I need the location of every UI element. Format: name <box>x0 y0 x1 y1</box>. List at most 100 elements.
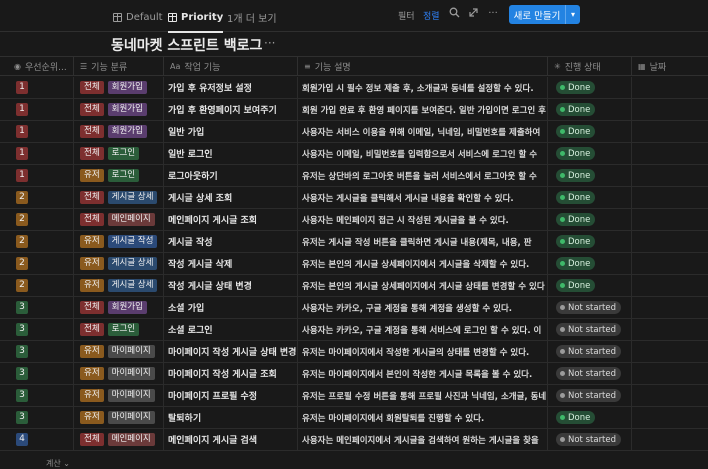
category-cell[interactable]: 전체 회원가입 <box>74 77 164 98</box>
priority-cell[interactable]: 3 <box>0 407 74 428</box>
priority-cell[interactable]: 3 <box>0 363 74 384</box>
priority-cell[interactable]: 2 <box>0 231 74 252</box>
title-cell[interactable]: 소셜 로그인 <box>164 319 298 340</box>
description-cell[interactable]: 사용자는 카카오, 구글 계정을 통해 계정을 생성할 수 있다. <box>298 297 548 318</box>
status-cell[interactable]: Done <box>548 407 632 428</box>
description-cell[interactable]: 사용자는 서비스 이용을 위해 이메일, 닉네임, 비밀번호를 제출하여 <box>298 121 548 142</box>
description-cell[interactable]: 유저는 본인의 게시글 상세페이지에서 게시글을 삭제할 수 있다. <box>298 253 548 274</box>
priority-cell[interactable]: 2 <box>0 209 74 230</box>
date-cell[interactable] <box>632 429 708 450</box>
title-cell[interactable]: 일반 가입 <box>164 121 298 142</box>
title-cell[interactable]: 탈퇴하기 <box>164 407 298 428</box>
category-cell[interactable]: 유저 마이페이지 <box>74 407 164 428</box>
category-cell[interactable]: 유저 게시글 상세 <box>74 275 164 296</box>
status-cell[interactable]: Done <box>548 77 632 98</box>
category-cell[interactable]: 유저 마이페이지 <box>74 363 164 384</box>
description-cell[interactable]: 유저는 마이페이지에서 본인이 작성한 게시글 목록을 볼 수 있다. <box>298 363 548 384</box>
category-cell[interactable]: 유저 게시글 작성 <box>74 231 164 252</box>
status-cell[interactable]: Done <box>548 99 632 120</box>
date-cell[interactable] <box>632 385 708 406</box>
tab-priority[interactable]: Priority <box>168 8 224 33</box>
priority-cell[interactable]: 1 <box>0 121 74 142</box>
table-row[interactable]: 3 전체 회원가입 소셜 가입 사용자는 카카오, 구글 계정을 통해 계정을 생성할 … <box>0 297 708 319</box>
category-cell[interactable]: 유저 로그인 <box>74 165 164 186</box>
description-cell[interactable]: 사용자는 메인페이지 접근 시 작성된 게시글을 볼 수 있다. <box>298 209 548 230</box>
category-cell[interactable]: 전체 로그인 <box>74 143 164 164</box>
column-header-title[interactable]: Aa 작업 기능 <box>164 57 298 75</box>
priority-cell[interactable]: 1 <box>0 99 74 120</box>
date-cell[interactable] <box>632 275 708 296</box>
table-row[interactable]: 3 유저 마이페이지 마이페이지 작성 게시글 상태 변경 유저는 마이페이지에서 작성… <box>0 341 708 363</box>
filter-button[interactable]: 필터 <box>398 9 415 22</box>
title-cell[interactable]: 메인페이지 게시글 검색 <box>164 429 298 450</box>
table-row[interactable]: 3 유저 마이페이지 탈퇴하기 유저는 마이페이지에서 회원탈퇴를 진행할 수 있다. D… <box>0 407 708 429</box>
column-header-category[interactable]: ☰ 기능 분류 <box>74 57 164 75</box>
priority-cell[interactable]: 3 <box>0 385 74 406</box>
status-cell[interactable]: Not started <box>548 297 632 318</box>
priority-cell[interactable]: 2 <box>0 187 74 208</box>
date-cell[interactable] <box>632 143 708 164</box>
date-cell[interactable] <box>632 77 708 98</box>
description-cell[interactable]: 유저는 마이페이지에서 작성한 게시글의 상태를 변경할 수 있다. <box>298 341 548 362</box>
column-header-priority[interactable]: ◉ 우선순위... <box>0 57 74 75</box>
priority-cell[interactable]: 3 <box>0 297 74 318</box>
date-cell[interactable] <box>632 165 708 186</box>
status-cell[interactable]: Not started <box>548 385 632 406</box>
table-row[interactable]: 2 유저 게시글 작성 게시글 작성 유저는 게시글 작성 버튼을 클릭하면 게시글 내… <box>0 231 708 253</box>
category-cell[interactable]: 전체 회원가입 <box>74 99 164 120</box>
title-cell[interactable]: 작성 게시글 상태 변경 <box>164 275 298 296</box>
table-row[interactable]: 1 전체 회원가입 가입 후 환영페이지 보여주기 회원 가입 완료 후 환영 페이지를… <box>0 99 708 121</box>
table-row[interactable]: 1 전체 회원가입 일반 가입 사용자는 서비스 이용을 위해 이메일, 닉네임, 비밀… <box>0 121 708 143</box>
category-cell[interactable]: 전체 회원가입 <box>74 297 164 318</box>
more-icon[interactable]: ··· <box>486 7 500 21</box>
date-cell[interactable] <box>632 319 708 340</box>
description-cell[interactable]: 회원 가입 완료 후 환영 페이지를 보여준다. 일반 가입이면 로그인 후 <box>298 99 548 120</box>
expand-icon[interactable] <box>466 7 480 21</box>
status-cell[interactable]: Not started <box>548 341 632 362</box>
column-header-description[interactable]: ≡ 기능 설명 <box>298 57 548 75</box>
date-cell[interactable] <box>632 341 708 362</box>
status-cell[interactable]: Done <box>548 165 632 186</box>
status-cell[interactable]: Done <box>548 253 632 274</box>
priority-cell[interactable]: 4 <box>0 429 74 450</box>
title-cell[interactable]: 마이페이지 작성 게시글 조회 <box>164 363 298 384</box>
status-cell[interactable]: Done <box>548 209 632 230</box>
status-cell[interactable]: Done <box>548 121 632 142</box>
status-cell[interactable]: Not started <box>548 429 632 450</box>
date-cell[interactable] <box>632 253 708 274</box>
category-cell[interactable]: 전체 게시글 상세 <box>74 187 164 208</box>
date-cell[interactable] <box>632 99 708 120</box>
title-cell[interactable]: 가입 후 유저정보 설정 <box>164 77 298 98</box>
table-row[interactable]: 2 유저 게시글 상세 작성 게시글 삭제 유저는 본인의 게시글 상세페이지에서 게시… <box>0 253 708 275</box>
status-cell[interactable]: Done <box>548 143 632 164</box>
status-cell[interactable]: Not started <box>548 319 632 340</box>
date-cell[interactable] <box>632 209 708 230</box>
description-cell[interactable]: 회원가입 시 필수 정보 제출 후, 소개글과 동네를 설정할 수 있다. <box>298 77 548 98</box>
title-cell[interactable]: 마이페이지 프로필 수정 <box>164 385 298 406</box>
category-cell[interactable]: 전체 로그인 <box>74 319 164 340</box>
table-row[interactable]: 2 전체 게시글 상세 게시글 상세 조회 사용자는 게시글을 클릭해서 게시글 내용을… <box>0 187 708 209</box>
table-row[interactable]: 2 전체 메인페이지 메인페이지 게시글 조회 사용자는 메인페이지 접근 시 작성된 … <box>0 209 708 231</box>
priority-cell[interactable]: 3 <box>0 319 74 340</box>
category-cell[interactable]: 전체 회원가입 <box>74 121 164 142</box>
table-row[interactable]: 2 유저 게시글 상세 작성 게시글 상태 변경 유저는 본인의 게시글 상세페이지에서… <box>0 275 708 297</box>
title-cell[interactable]: 소셜 가입 <box>164 297 298 318</box>
title-cell[interactable]: 게시글 상세 조회 <box>164 187 298 208</box>
table-row[interactable]: 3 유저 마이페이지 마이페이지 작성 게시글 조회 유저는 마이페이지에서 본인이 작… <box>0 363 708 385</box>
title-cell[interactable]: 메인페이지 게시글 조회 <box>164 209 298 230</box>
date-cell[interactable] <box>632 231 708 252</box>
category-cell[interactable]: 유저 게시글 상세 <box>74 253 164 274</box>
title-cell[interactable]: 로그아웃하기 <box>164 165 298 186</box>
table-row[interactable]: 1 전체 로그인 일반 로그인 사용자는 이메일, 비밀번호를 입력함으로서 서비스에 … <box>0 143 708 165</box>
tab-default[interactable]: Default <box>113 8 163 26</box>
priority-cell[interactable]: 1 <box>0 165 74 186</box>
new-button[interactable]: 새로 만들기 ▾ <box>509 5 580 24</box>
date-cell[interactable] <box>632 363 708 384</box>
date-cell[interactable] <box>632 121 708 142</box>
category-cell[interactable]: 유저 마이페이지 <box>74 341 164 362</box>
table-row[interactable]: 4 전체 메인페이지 메인페이지 게시글 검색 사용자는 메인페이지에서 게시글을 검색… <box>0 429 708 451</box>
status-cell[interactable]: Done <box>548 187 632 208</box>
description-cell[interactable]: 사용자는 카카오, 구글 계정을 통해 서비스에 로그인 할 수 있다. 이 <box>298 319 548 340</box>
more-views-button[interactable]: 1개 더 보기 <box>227 8 277 26</box>
status-cell[interactable]: Done <box>548 231 632 252</box>
